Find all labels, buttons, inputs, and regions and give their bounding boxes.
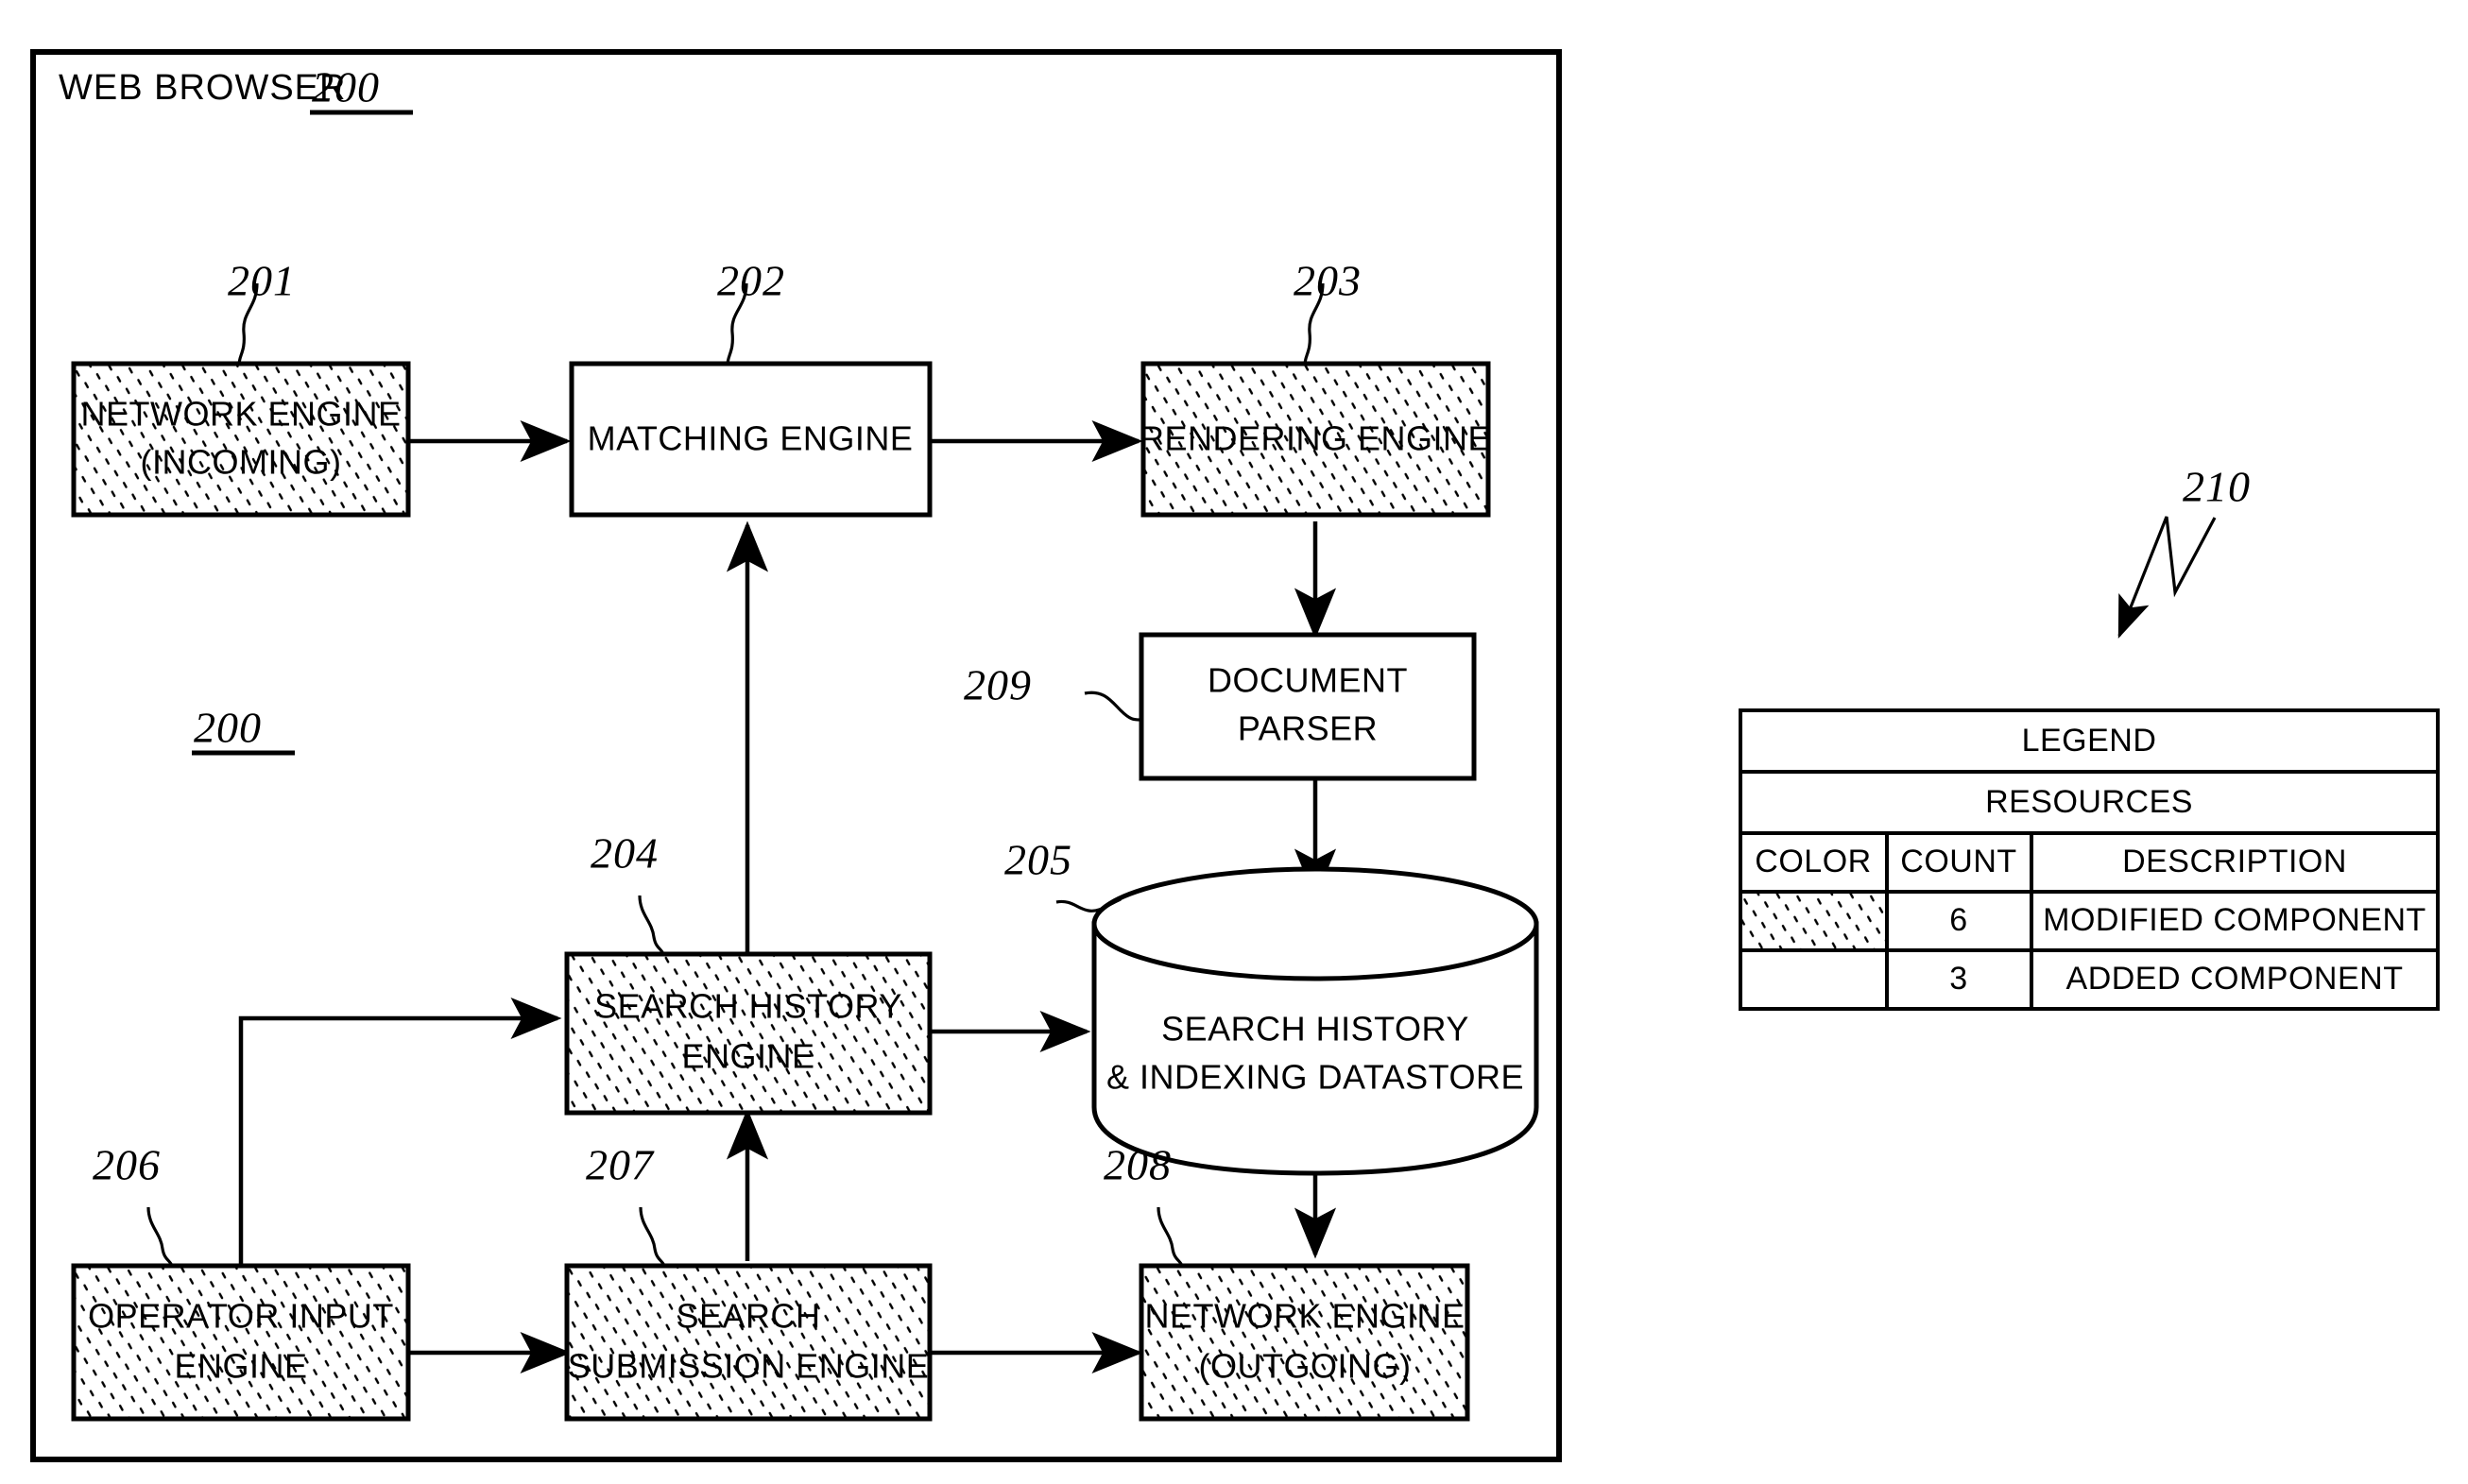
frame-reference-number: 200 bbox=[312, 63, 380, 111]
legend-subtitle-text: RESOURCES bbox=[1985, 784, 2193, 820]
block-search-submission-engine-line-1: SEARCH bbox=[676, 1297, 820, 1336]
block-operator-input-engine-rect bbox=[71, 1263, 411, 1422]
figure-root: WEB BROWSER 200 200 NETWORK ENGINE (INCO… bbox=[0, 0, 2468, 1484]
leader-208 bbox=[1157, 1206, 1184, 1267]
reference-number-205: 205 bbox=[1004, 836, 1072, 884]
legend-header-count-text: COUNT bbox=[1900, 844, 2016, 879]
block-search-history-datastore-line-1: SEARCH HISTORY bbox=[1161, 1010, 1469, 1049]
legend-zigzag-arrow bbox=[2117, 516, 2217, 639]
block-search-history-engine-line-2: ENGINE bbox=[681, 1037, 814, 1076]
block-network-engine-outgoing: NETWORK ENGINE (OUTGOING) 208 bbox=[1104, 1141, 1470, 1422]
patent-figure-canvas: WEB BROWSER 200 200 NETWORK ENGINE (INCO… bbox=[30, 49, 2440, 1462]
block-document-parser-line-2: PARSER bbox=[1238, 709, 1378, 748]
reference-number-204: 204 bbox=[591, 829, 659, 878]
block-network-engine-outgoing-line-1: NETWORK ENGINE bbox=[1144, 1297, 1465, 1336]
frame-title-label: WEB BROWSER bbox=[59, 68, 346, 108]
reference-number-203: 203 bbox=[1294, 257, 1362, 305]
block-search-submission-engine-line-2: SUBMISSION ENGINE bbox=[568, 1347, 930, 1386]
block-document-parser-line-1: DOCUMENT bbox=[1208, 661, 1408, 700]
block-network-engine-incoming-line-1: NETWORK ENGINE bbox=[80, 395, 401, 434]
leader-209 bbox=[1084, 691, 1141, 722]
reference-number-209: 209 bbox=[964, 661, 1032, 709]
block-network-engine-incoming-rect bbox=[71, 361, 411, 518]
legend-table: LEGEND RESOURCES COLOR COUNT DESCRIPTION… bbox=[1739, 708, 2440, 1011]
connector-operator-input-to-history-engine bbox=[238, 997, 562, 1266]
leader-206 bbox=[146, 1206, 174, 1267]
block-network-engine-outgoing-line-2: (OUTGOING) bbox=[1199, 1347, 1412, 1386]
block-operator-input-engine-line-1: OPERATOR INPUT bbox=[88, 1297, 394, 1336]
block-search-submission-engine-rect bbox=[564, 1263, 933, 1422]
block-search-history-datastore-line-2: & INDEXING DATASTORE bbox=[1106, 1058, 1524, 1097]
leader-204 bbox=[638, 895, 665, 955]
block-search-history-engine-line-1: SEARCH HISTORY bbox=[594, 987, 902, 1026]
legend-row-1-swatch bbox=[1739, 948, 1889, 1011]
block-matching-engine-line-1: MATCHING ENGINE bbox=[588, 419, 914, 458]
block-search-history-engine-rect bbox=[564, 951, 933, 1116]
reference-number-208: 208 bbox=[1104, 1141, 1172, 1189]
block-network-engine-outgoing-rect bbox=[1139, 1263, 1470, 1422]
leader-207 bbox=[639, 1206, 666, 1267]
reference-number-206: 206 bbox=[93, 1141, 161, 1189]
legend-row-0-count-text: 6 bbox=[1949, 902, 1967, 938]
block-rendering-engine: RENDERING ENGINE 203 bbox=[1140, 257, 1491, 518]
legend-header-description-text: DESCRIPTION bbox=[2122, 844, 2347, 879]
reference-number-201: 201 bbox=[228, 257, 296, 305]
legend-title-text: LEGEND bbox=[2022, 723, 2157, 759]
block-matching-engine: MATCHING ENGINE 202 bbox=[569, 257, 933, 518]
legend-row-1-count-text: 3 bbox=[1949, 961, 1967, 997]
legend-row-1-description-text: ADDED COMPONENT bbox=[2066, 961, 2404, 997]
block-document-parser-rect bbox=[1139, 632, 1477, 781]
datastore-cylinder-top bbox=[1091, 866, 1539, 981]
block-operator-input-engine-line-2: ENGINE bbox=[174, 1347, 307, 1386]
reference-number-207: 207 bbox=[586, 1141, 655, 1189]
reference-number-210: 210 bbox=[2183, 463, 2251, 511]
block-network-engine-incoming: NETWORK ENGINE (INCOMING) 201 bbox=[71, 257, 411, 518]
block-rendering-engine-line-1: RENDERING ENGINE bbox=[1140, 419, 1491, 458]
legend-reference-pointer: 210 bbox=[2117, 463, 2251, 639]
reference-number-202: 202 bbox=[717, 257, 785, 305]
block-search-history-datastore: SEARCH HISTORY & INDEXING DATASTORE 205 bbox=[1004, 836, 1539, 1176]
block-network-engine-incoming-line-2: (INCOMING) bbox=[141, 443, 342, 482]
legend-row-0-description-text: MODIFIED COMPONENT bbox=[2043, 902, 2426, 938]
legend-header-color-text: COLOR bbox=[1755, 844, 1871, 879]
block-document-parser: DOCUMENT PARSER 209 bbox=[964, 632, 1477, 781]
inner-reference-number: 200 bbox=[194, 704, 262, 752]
legend-row-0-swatch bbox=[1739, 890, 1889, 952]
